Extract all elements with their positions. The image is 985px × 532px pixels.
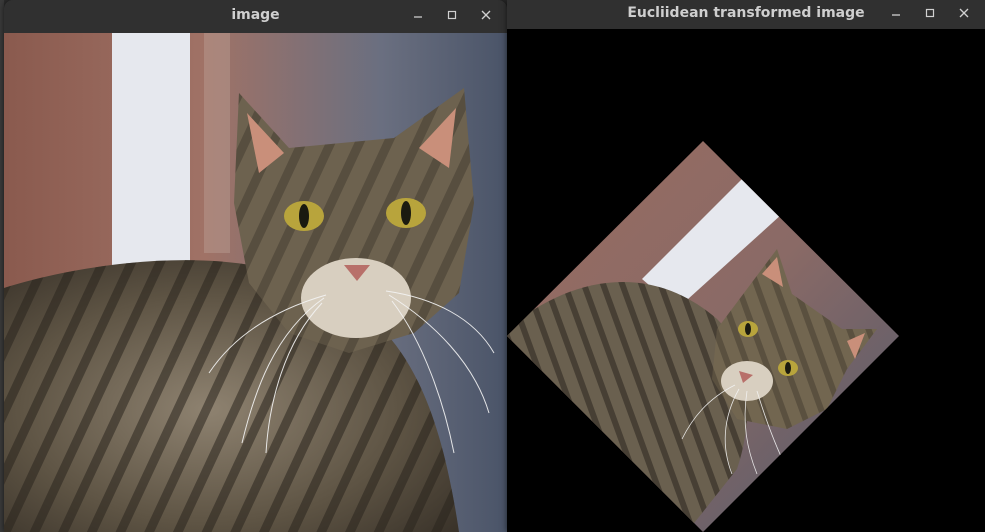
window-title: image [231,7,280,23]
desktop: image Eucliidean transformed image [0,0,985,532]
maximize-icon [447,10,457,20]
minimize-button[interactable] [403,3,433,27]
titlebar[interactable]: image [4,0,507,30]
window-controls [403,0,501,30]
minimize-button[interactable] [881,1,911,25]
original-image-canvas [4,33,507,532]
close-button[interactable] [471,3,501,27]
rotated-cat-image [507,29,985,532]
minimize-icon [892,14,900,16]
titlebar[interactable]: Eucliidean transformed image [507,0,985,26]
close-icon [481,10,491,20]
close-icon [959,8,969,18]
image-window[interactable]: image [4,0,507,532]
minimize-icon [414,16,422,18]
maximize-button[interactable] [915,1,945,25]
euclidean-transformed-window[interactable]: Eucliidean transformed image [507,0,985,532]
transformed-image-canvas [507,29,985,532]
close-button[interactable] [949,1,979,25]
maximize-button[interactable] [437,3,467,27]
maximize-icon [925,8,935,18]
original-cat-image [4,33,507,532]
window-controls [881,0,979,26]
window-title: Eucliidean transformed image [627,5,865,21]
